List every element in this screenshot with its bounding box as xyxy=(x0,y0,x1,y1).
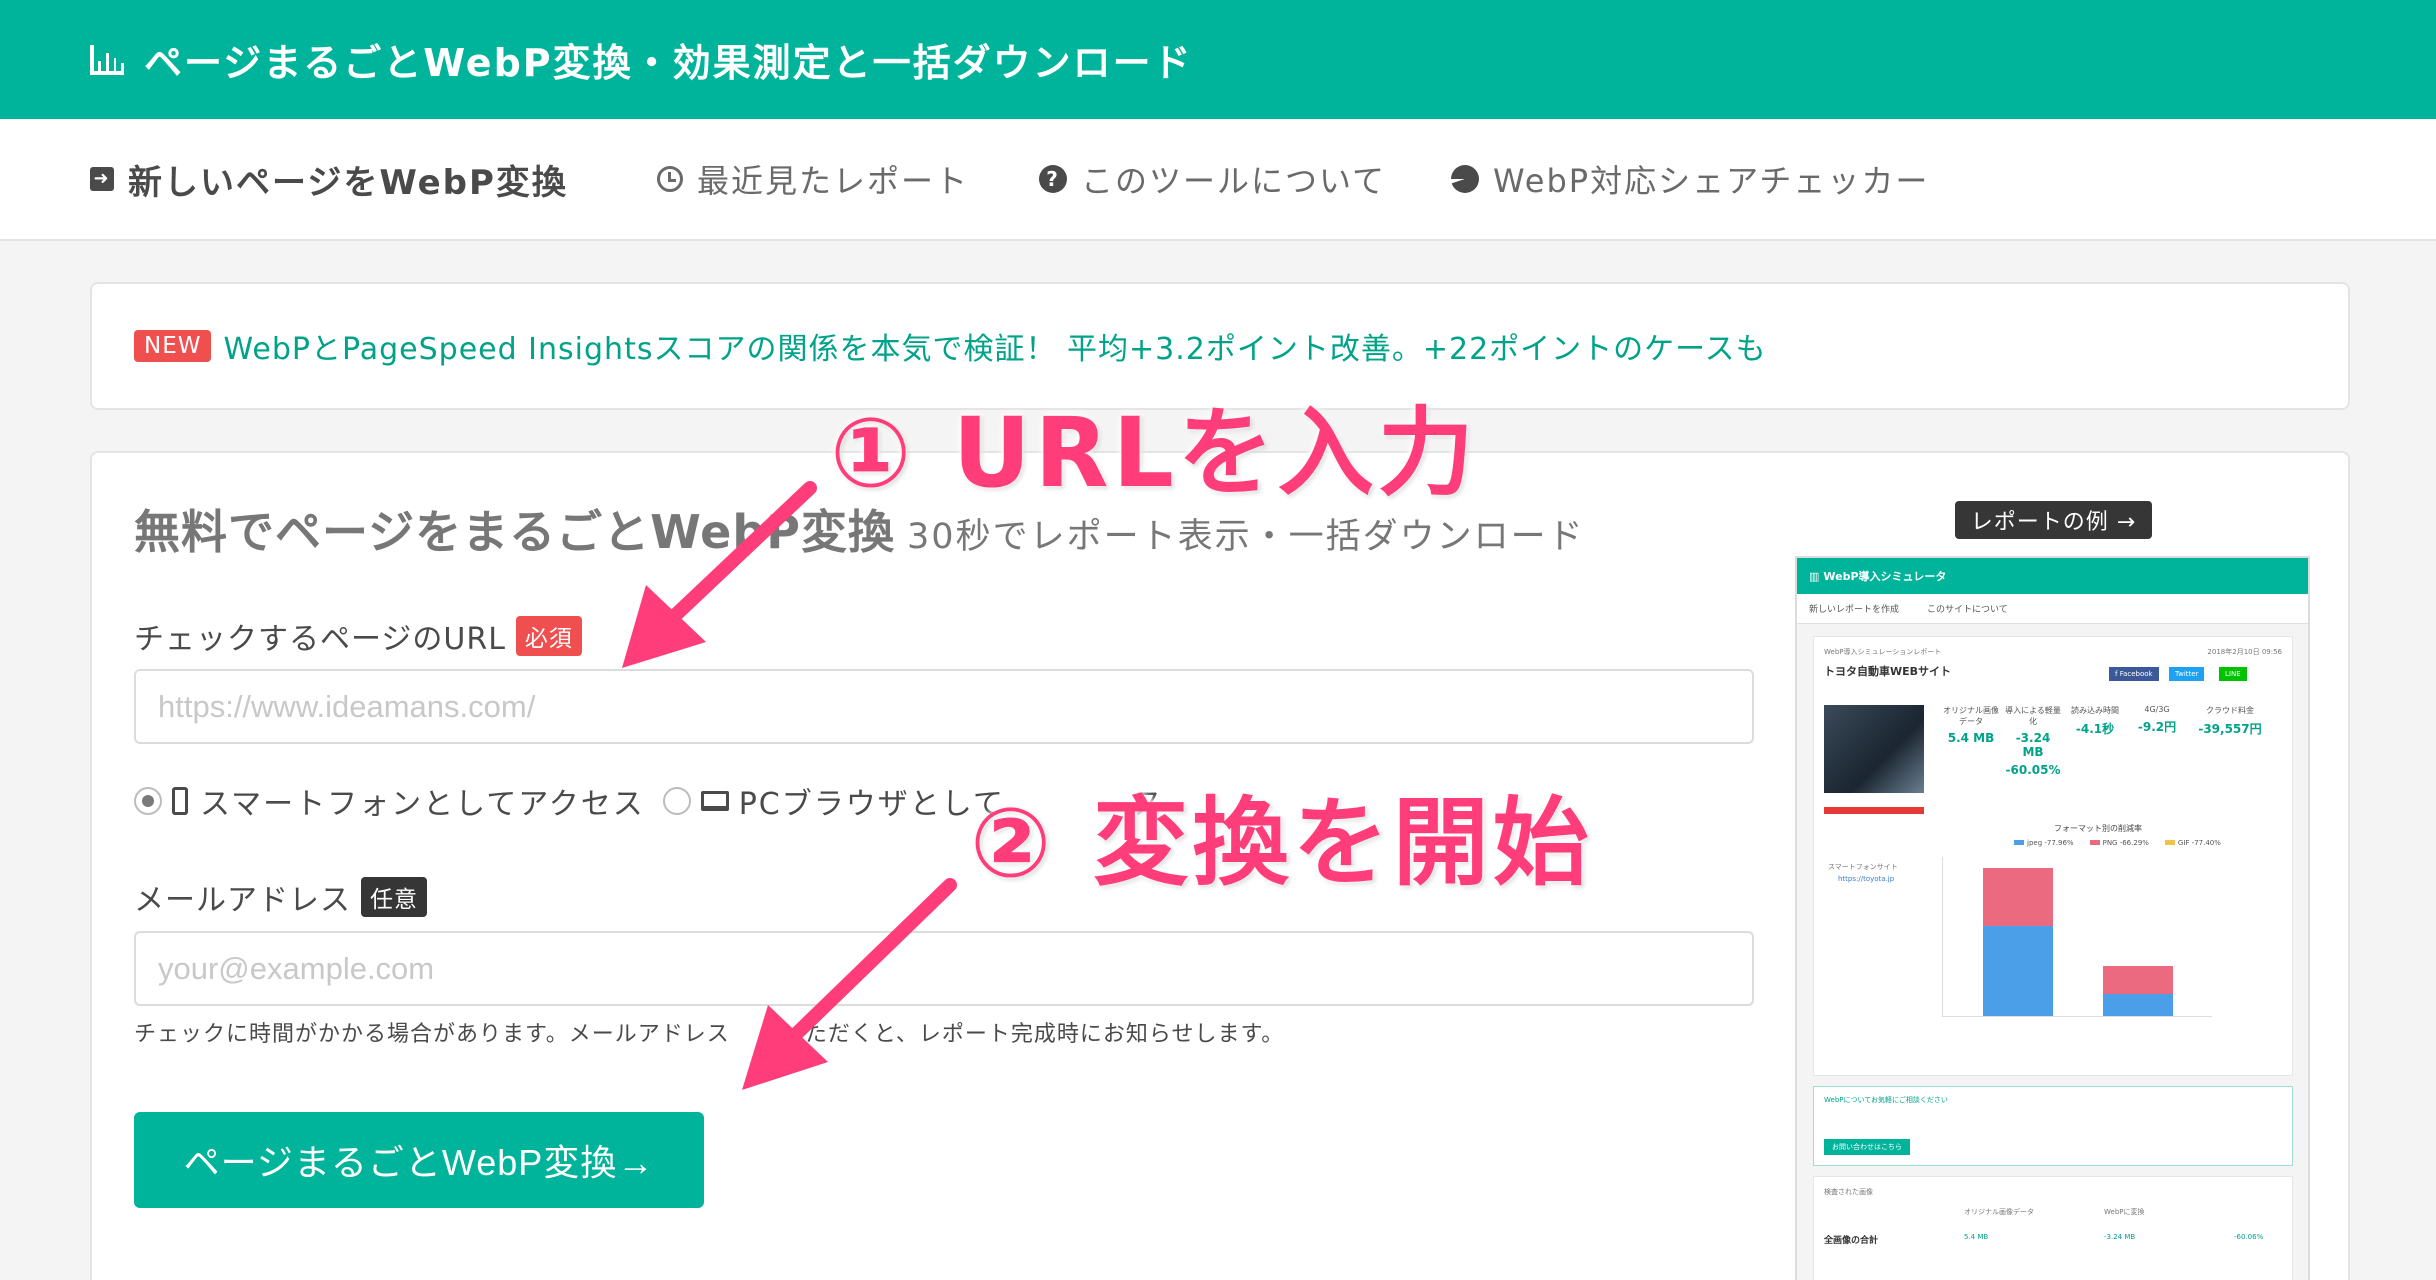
question-circle-icon: ? xyxy=(1039,165,1067,193)
mini-nav-item: このサイトについて xyxy=(1927,605,2008,615)
mini-chart-legend: jpeg -77.96% PNG -66.29% GIF -77.40% xyxy=(2014,839,2221,847)
mini-stat-value: -3.24 MB xyxy=(2015,731,2051,759)
mini-report-card: WebP導入シミュレーションレポート 2018年2月10日 09:56 トヨタ自… xyxy=(1813,636,2293,1076)
mini-table-cell: -60.06% xyxy=(2234,1233,2264,1241)
nav-new-conversion[interactable]: ➜ 新しいページをWebP変換 xyxy=(90,155,568,204)
email-label: メールアドレス 任意 xyxy=(134,875,427,919)
bar-webp-jpeg xyxy=(2103,994,2173,1016)
mini-nav: 新しいレポートを作成 このサイトについて xyxy=(1797,594,2308,624)
nav-label: このツールについて xyxy=(1081,162,1387,200)
mini-stat-value: -39,557円 xyxy=(2198,722,2262,736)
form-title: 無料でページをまるごとWebP変換 xyxy=(134,505,896,559)
new-badge: NEW xyxy=(134,330,212,362)
mini-line-button: LINE xyxy=(2219,667,2247,681)
example-report-button[interactable]: レポートの例 → xyxy=(1955,501,2152,539)
bar-original-jpeg xyxy=(1983,926,2053,1016)
bar-webp-png xyxy=(2103,966,2173,994)
app-title: ページまるごとWebP変換・効果測定と一括ダウンロード xyxy=(144,41,1193,85)
main-nav: ➜ 新しいページをWebP変換 最近見たレポート ? このツールについて Web… xyxy=(0,119,2436,241)
annotation-step1: ① URLを入力 xyxy=(830,397,1478,509)
mini-twitter-button: Twitter xyxy=(2169,667,2205,681)
mini-stat-value: -4.1秒 xyxy=(2075,722,2115,736)
legend-png: PNG -66.29% xyxy=(2090,839,2149,847)
mini-table-card: 検査された画像 オリジナル画像データ WebPに変換 全画像の合計 5.4 MB… xyxy=(1813,1176,2293,1280)
annotation-step2: ② 変換を開始 xyxy=(970,787,1593,899)
mini-table-row-label: 全画像の合計 xyxy=(1824,1236,1879,1246)
email-input[interactable] xyxy=(134,931,1754,1006)
mini-facebook-button: f Facebook xyxy=(2109,667,2159,681)
mini-table-title: 検査された画像 xyxy=(1824,1188,1873,1196)
mini-stat-label: 4G/3G xyxy=(2144,705,2170,714)
mini-site-screenshot xyxy=(1824,705,1924,793)
mini-stat-label: 導入による軽量化 xyxy=(2005,706,2061,726)
mini-contact-button: お問い合わせはこちら xyxy=(1824,1139,1910,1155)
url-input[interactable] xyxy=(134,669,1754,744)
email-help-text: チェックに時間がかかる場合があります。メールアドレス いただくと、レポート完成時に… xyxy=(134,1016,1284,1048)
mini-site-url: https://toyota.jp xyxy=(1838,875,1895,883)
legend-jpeg: jpeg -77.96% xyxy=(2014,839,2074,847)
mini-stacked-bar-chart xyxy=(1942,857,2212,1017)
mini-table-header: WebPに変換 xyxy=(2104,1208,2145,1216)
mini-stat: クラウド料金 -39,557円 xyxy=(2190,705,2270,737)
mini-stat: 4G/3G -9.2円 xyxy=(2128,705,2186,735)
nav-label: WebP対応シェアチェッカー xyxy=(1493,162,1930,200)
mini-stat: 読み込み時間 -4.1秒 xyxy=(2066,705,2124,737)
news-link[interactable]: WebPとPageSpeed Insightsスコアの関係を本気で検証！ 平均+… xyxy=(223,324,1766,368)
example-report-thumbnail[interactable]: ▥ WebP導入シミュレータ 新しいレポートを作成 このサイトについて WebP… xyxy=(1795,556,2310,1280)
required-badge: 必須 xyxy=(515,616,582,656)
mini-report-date: 2018年2月10日 09:56 xyxy=(2207,648,2282,656)
help-text-tail: いただくと、レポート完成時にお知らせします。 xyxy=(781,1022,1285,1047)
bar-original-png xyxy=(1983,868,2053,926)
mini-red-banner xyxy=(1824,807,1924,814)
nav-label: 最近見たレポート xyxy=(697,162,970,200)
mini-table-header: オリジナル画像データ xyxy=(1964,1208,2034,1216)
mini-nav-item: 新しいレポートを作成 xyxy=(1809,605,1900,615)
mini-stat-label: オリジナル画像データ xyxy=(1943,706,1999,726)
mini-stat-label: 読み込み時間 xyxy=(2071,706,2119,715)
laptop-icon xyxy=(700,791,729,811)
mini-chart-caption: フォーマット別の削減率 xyxy=(2054,824,2142,833)
form-subtitle: 30秒でレポート表示・一括ダウンロード xyxy=(907,517,1585,557)
nav-share-checker[interactable]: WebP対応シェアチェッカー xyxy=(1451,156,1929,202)
radio-smartphone[interactable] xyxy=(134,787,162,815)
url-label: チェックするページのURL 必須 xyxy=(134,614,582,658)
mini-contact-card: WebPについてお気軽にご相談ください お問い合わせはこちら xyxy=(1813,1086,2293,1166)
pie-chart-icon xyxy=(1451,165,1479,193)
mini-stat-note: -60.05% xyxy=(2005,763,2061,777)
radio-pc-label[interactable]: PCブラウザとして xyxy=(739,779,1005,823)
sign-in-icon: ➜ xyxy=(90,167,114,191)
nav-about[interactable]: ? このツールについて xyxy=(1039,156,1386,202)
mini-header-title: WebP導入シミュレータ xyxy=(1823,570,1947,583)
nav-label: 新しいページをWebP変換 xyxy=(128,162,568,203)
optional-badge: 任意 xyxy=(361,877,427,917)
mini-table-cell: -3.24 MB xyxy=(2104,1233,2136,1241)
legend-gif: GIF -77.40% xyxy=(2165,839,2221,847)
radio-pc[interactable] xyxy=(662,787,691,815)
mini-stat: 導入による軽量化 -3.24 MB -60.05% xyxy=(2004,705,2062,777)
bar-chart-icon xyxy=(90,44,124,75)
help-text-head: チェックに時間がかかる場合があります。メールアドレス xyxy=(134,1022,730,1047)
mini-contact-title: WebPについてお気軽にご相談ください xyxy=(1824,1096,1948,1104)
nav-recent-reports[interactable]: 最近見たレポート xyxy=(657,156,969,202)
mini-stat-value: -9.2円 xyxy=(2137,720,2177,734)
clock-icon xyxy=(657,166,683,192)
mini-table-cell: 5.4 MB xyxy=(1964,1233,1989,1241)
mini-report-kicker: WebP導入シミュレーションレポート xyxy=(1824,648,1942,656)
mini-stat-label: クラウド料金 xyxy=(2206,706,2254,715)
mini-site-label: スマートフォンサイト xyxy=(1828,863,1898,871)
mini-stat: オリジナル画像データ 5.4 MB xyxy=(1942,705,2000,745)
mini-stat-value: 5.4 MB xyxy=(1947,731,1995,745)
url-label-text: チェックするページのURL xyxy=(134,622,506,657)
radio-smartphone-label[interactable]: スマートフォンとしてアクセス xyxy=(200,779,645,823)
mini-chart-icon: ▥ xyxy=(1809,569,1820,583)
mini-report-title: トヨタ自動車WEBサイト xyxy=(1824,665,1952,678)
mini-header: ▥ WebP導入シミュレータ xyxy=(1797,558,2308,594)
email-label-text: メールアドレス xyxy=(134,883,351,918)
submit-convert-button[interactable]: ページまるごとWebP変換→ xyxy=(134,1112,704,1208)
mobile-phone-icon xyxy=(172,787,188,815)
app-header: ページまるごとWebP変換・効果測定と一括ダウンロード xyxy=(0,0,2436,119)
